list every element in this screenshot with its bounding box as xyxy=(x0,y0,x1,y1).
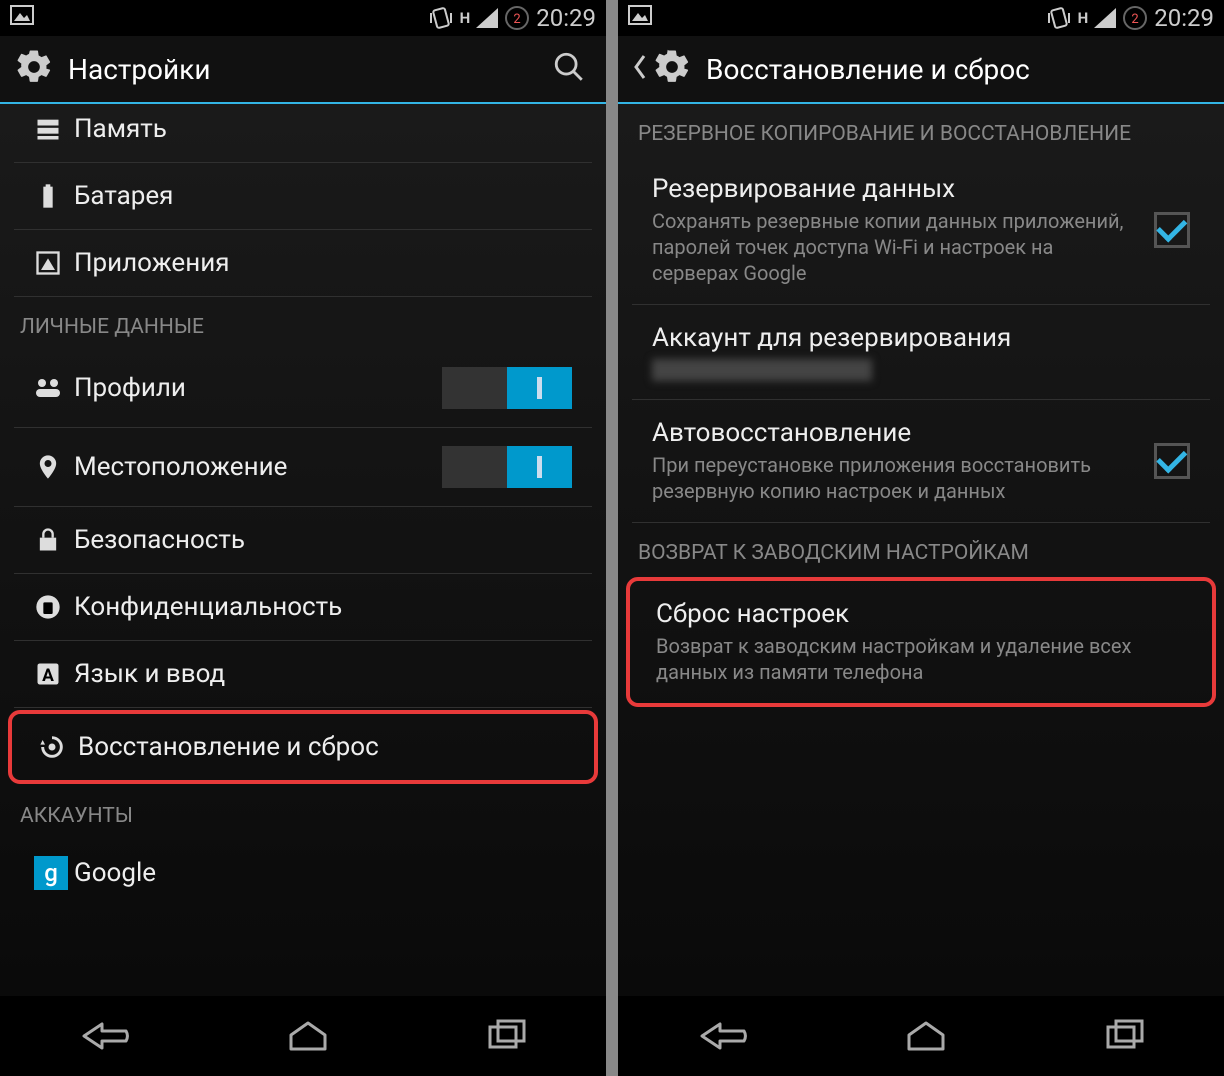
settings-item-label: Безопасность xyxy=(74,525,572,555)
back-button[interactable] xyxy=(632,52,648,86)
item-factory-reset[interactable]: Сброс настроек Возврат к заводским настр… xyxy=(636,581,1206,703)
item-title: Аккаунт для резервирования xyxy=(652,323,1190,353)
network-type-label: H xyxy=(460,9,471,27)
privacy-icon xyxy=(34,593,74,621)
item-backup-account[interactable]: Аккаунт для резервирования xyxy=(632,305,1210,400)
auto-restore-checkbox[interactable] xyxy=(1154,443,1190,479)
settings-item-memory[interactable]: Память xyxy=(14,104,592,163)
status-bar: H 2 20:29 xyxy=(0,0,606,36)
settings-item-label: Конфиденциальность xyxy=(74,592,572,622)
settings-item-label: Восстановление и сброс xyxy=(78,732,568,762)
screenshot-saved-icon xyxy=(10,5,34,31)
svg-text:A: A xyxy=(42,666,54,686)
nav-bar xyxy=(618,996,1224,1076)
profiles-toggle[interactable] xyxy=(442,367,572,409)
section-header-personal: ЛИЧНЫЕ ДАННЫЕ xyxy=(0,297,606,349)
restore-icon xyxy=(38,733,78,761)
item-backup-data[interactable]: Резервирование данных Сохранять резервны… xyxy=(632,156,1210,305)
item-title: Автовосстановление xyxy=(652,418,1142,448)
vibrate-icon xyxy=(1046,7,1072,29)
settings-list: Память Батарея Приложения ЛИЧНЫЕ ДАННЫЕ … xyxy=(0,104,606,996)
settings-item-label: Язык и ввод xyxy=(74,659,572,689)
item-subtitle: Возврат к заводским настройкам и удалени… xyxy=(656,633,1186,685)
signal-icon xyxy=(476,8,498,28)
settings-item-label: Приложения xyxy=(74,248,572,278)
section-header-accounts: АККАУНТЫ xyxy=(0,786,606,838)
apps-icon xyxy=(34,249,74,277)
phone-left: H 2 20:29 Настройки Память Батарея Прило… xyxy=(0,0,606,1076)
settings-item-label: Профили xyxy=(74,373,442,403)
google-icon: g xyxy=(34,856,74,890)
nav-recent-button[interactable] xyxy=(482,1019,532,1053)
settings-item-label: Google xyxy=(74,858,572,888)
app-header: Настройки xyxy=(0,36,606,104)
page-title: Настройки xyxy=(68,53,546,86)
location-toggle[interactable] xyxy=(442,446,572,488)
nav-home-button[interactable] xyxy=(283,1019,333,1053)
screenshot-saved-icon xyxy=(628,5,652,31)
settings-item-label: Местоположение xyxy=(74,452,442,482)
settings-item-language[interactable]: A Язык и ввод xyxy=(14,641,592,708)
status-bar: H 2 20:29 xyxy=(618,0,1224,36)
settings-item-label: Память xyxy=(74,114,572,144)
settings-item-apps[interactable]: Приложения xyxy=(14,230,592,297)
vibrate-icon xyxy=(428,7,454,29)
nav-back-button[interactable] xyxy=(74,1019,134,1053)
section-header-factory: ВОЗВРАТ К ЗАВОДСКИМ НАСТРОЙКАМ xyxy=(618,523,1224,575)
location-icon xyxy=(34,453,74,481)
battery-icon: 2 xyxy=(504,5,530,31)
item-auto-restore[interactable]: Автовосстановление При переустановке при… xyxy=(632,400,1210,523)
clock: 20:29 xyxy=(1154,4,1214,32)
svg-text:2: 2 xyxy=(1132,12,1139,27)
nav-bar xyxy=(0,996,606,1076)
settings-item-battery[interactable]: Батарея xyxy=(14,163,592,230)
settings-item-google[interactable]: g Google xyxy=(14,838,592,908)
storage-icon xyxy=(34,115,74,143)
profiles-icon xyxy=(34,377,74,399)
nav-back-button[interactable] xyxy=(692,1019,752,1053)
app-header: Восстановление и сброс xyxy=(618,36,1224,104)
battery-icon: 2 xyxy=(1122,5,1148,31)
svg-text:2: 2 xyxy=(514,12,521,27)
language-icon: A xyxy=(34,660,74,688)
item-subtitle: Сохранять резервные копии данных приложе… xyxy=(652,208,1142,286)
item-title: Резервирование данных xyxy=(652,174,1142,204)
network-type-label: H xyxy=(1078,9,1089,27)
backup-data-checkbox[interactable] xyxy=(1154,212,1190,248)
account-email-redacted xyxy=(652,359,872,381)
item-subtitle: При переустановке приложения восстановит… xyxy=(652,452,1142,504)
settings-item-privacy[interactable]: Конфиденциальность xyxy=(14,574,592,641)
backup-reset-list: РЕЗЕРВНОЕ КОПИРОВАНИЕ И ВОССТАНОВЛЕНИЕ Р… xyxy=(618,104,1224,996)
settings-gear-icon xyxy=(14,47,54,91)
section-header-backup: РЕЗЕРВНОЕ КОПИРОВАНИЕ И ВОССТАНОВЛЕНИЕ xyxy=(618,104,1224,156)
nav-home-button[interactable] xyxy=(901,1019,951,1053)
settings-item-profiles[interactable]: Профили xyxy=(14,349,592,428)
phone-right: H 2 20:29 Восстановление и сброс РЕЗЕРВН… xyxy=(618,0,1224,1076)
battery-icon xyxy=(34,182,74,210)
nav-recent-button[interactable] xyxy=(1100,1019,1150,1053)
clock: 20:29 xyxy=(536,4,596,32)
page-title: Восстановление и сброс xyxy=(706,53,1210,86)
settings-item-label: Батарея xyxy=(74,181,572,211)
highlight-factory-reset: Сброс настроек Возврат к заводским настр… xyxy=(626,577,1216,707)
settings-item-location[interactable]: Местоположение xyxy=(14,428,592,507)
highlight-backup-reset: Восстановление и сброс xyxy=(8,710,598,784)
signal-icon xyxy=(1094,8,1116,28)
item-title: Сброс настроек xyxy=(656,599,1186,629)
settings-gear-icon xyxy=(652,47,692,91)
search-button[interactable] xyxy=(546,44,592,94)
lock-icon xyxy=(34,526,74,554)
settings-item-security[interactable]: Безопасность xyxy=(14,507,592,574)
settings-item-backup-reset[interactable]: Восстановление и сброс xyxy=(18,714,588,780)
